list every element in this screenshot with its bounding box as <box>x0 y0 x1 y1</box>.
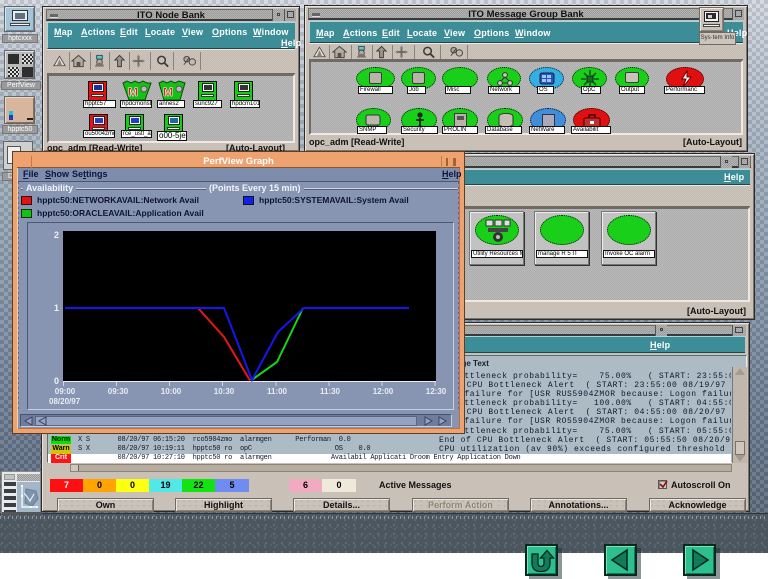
svg-text:M: M <box>128 85 138 99</box>
svg-text:M: M <box>163 85 173 99</box>
